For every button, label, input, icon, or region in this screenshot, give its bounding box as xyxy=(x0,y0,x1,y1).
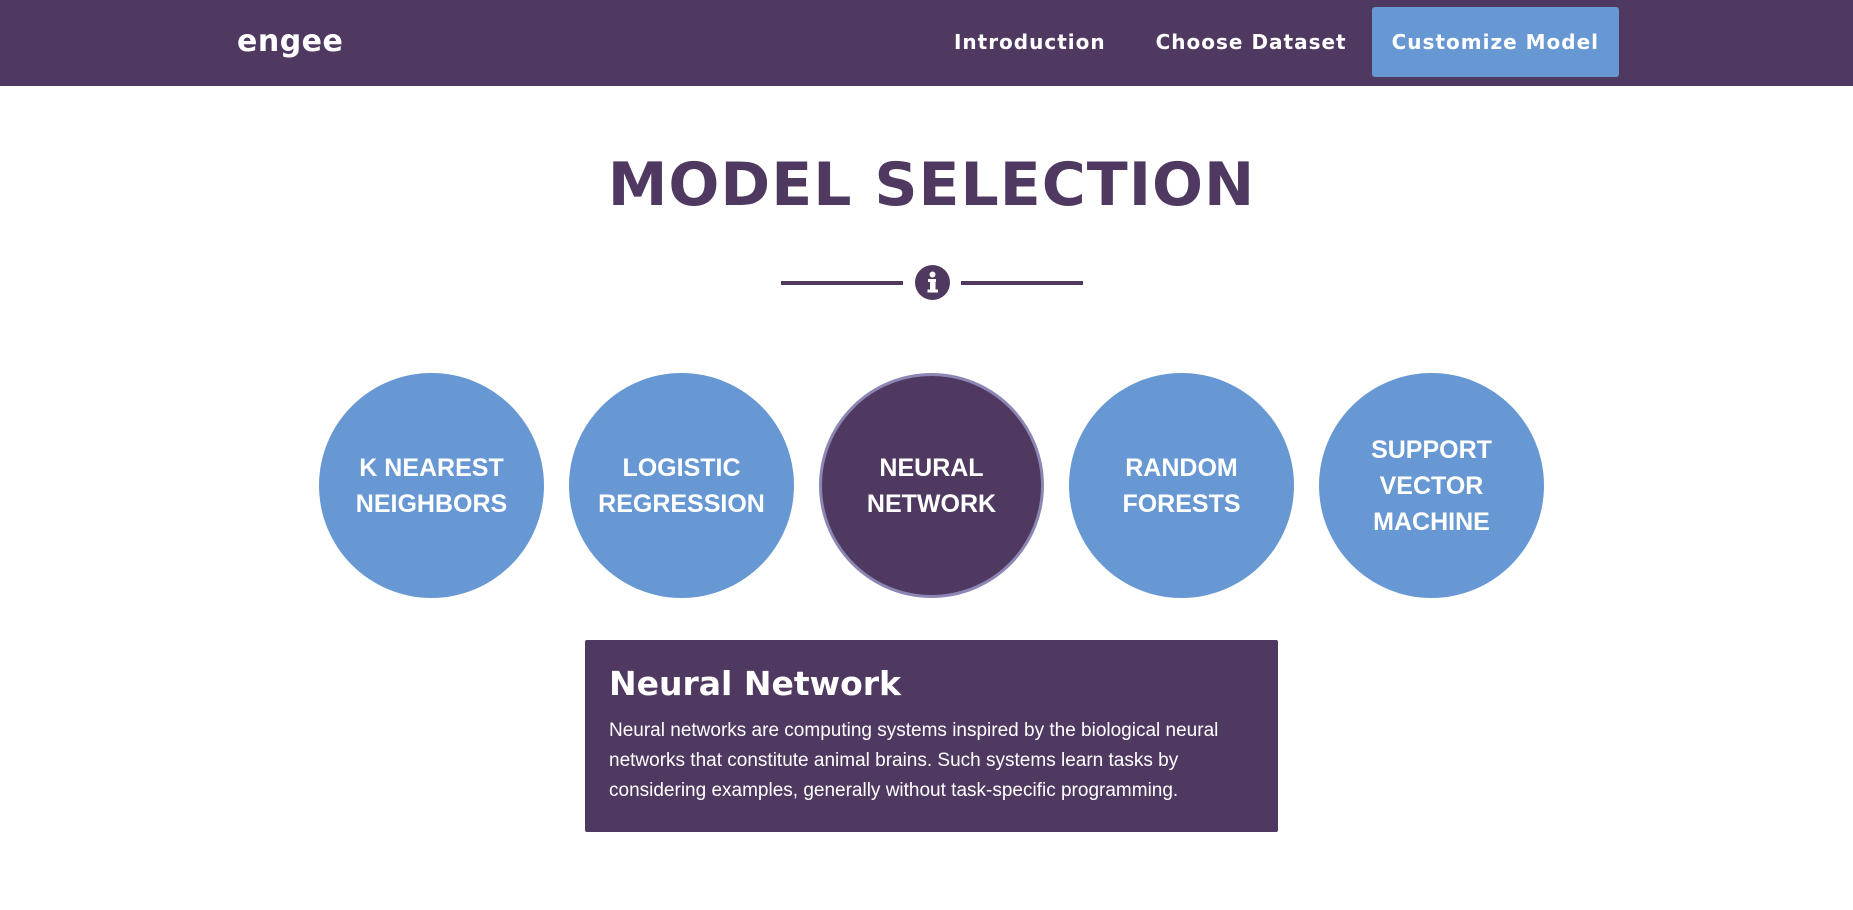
model-option-random-forests[interactable]: RANDOM FORESTS xyxy=(1069,373,1294,598)
model-option-logistic-regression[interactable]: LOGISTIC REGRESSION xyxy=(569,373,794,598)
info-icon[interactable] xyxy=(915,265,950,300)
brand-logo[interactable]: engee xyxy=(237,22,343,62)
page-title: MODEL SELECTION xyxy=(607,150,1256,220)
nav-link-introduction[interactable]: Introduction xyxy=(929,7,1131,77)
model-options: K NEAREST NEIGHBORS LOGISTIC REGRESSION … xyxy=(319,373,1544,598)
nav-link-choose-dataset[interactable]: Choose Dataset xyxy=(1131,7,1372,77)
top-navbar: engee Introduction Choose Dataset Custom… xyxy=(0,0,1853,86)
model-description-text: Neural networks are computing systems in… xyxy=(609,720,1219,801)
model-option-support-vector-machine[interactable]: SUPPORT VECTOR MACHINE xyxy=(1319,373,1544,598)
model-option-neural-network[interactable]: NEURAL NETWORK xyxy=(819,373,1044,598)
nav-link-customize-model[interactable]: Customize Model xyxy=(1371,7,1619,77)
model-option-k-nearest-neighbors[interactable]: K NEAREST NEIGHBORS xyxy=(319,373,544,598)
title-divider xyxy=(781,265,1083,301)
model-description-panel: Neural Network Neural networks are compu… xyxy=(585,640,1278,832)
nav-links: Introduction Choose Dataset Customize Mo… xyxy=(929,7,1619,77)
model-description-title: Neural Network xyxy=(609,664,901,703)
divider-line-left xyxy=(781,281,903,285)
divider-line-right xyxy=(961,281,1083,285)
